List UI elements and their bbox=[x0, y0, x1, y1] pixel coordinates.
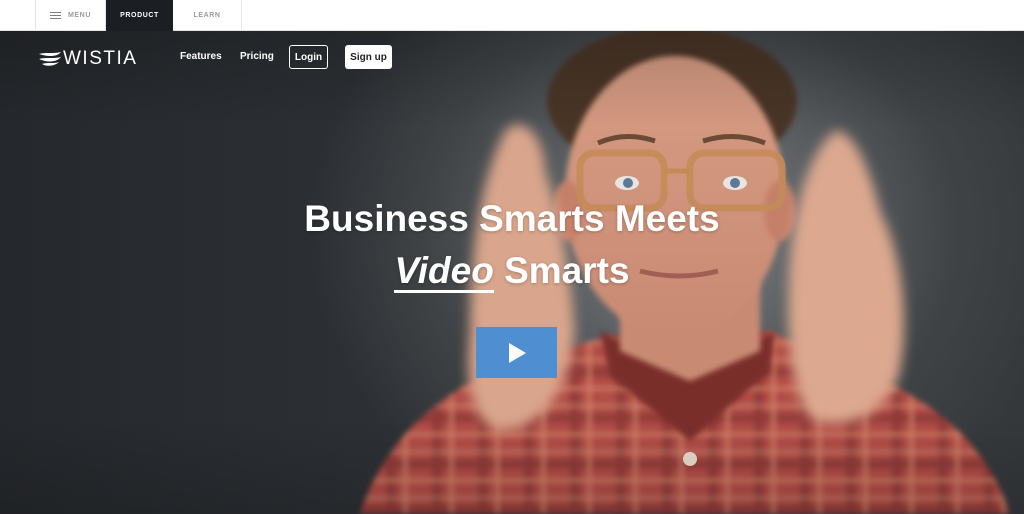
hamburger-icon bbox=[49, 11, 61, 20]
wistia-logo-icon bbox=[39, 52, 61, 66]
hero-headline: Business Smarts Meets Video Smarts bbox=[262, 193, 762, 297]
nav-pricing-link[interactable]: Pricing bbox=[240, 51, 274, 62]
headline-emphasis: Video bbox=[394, 245, 494, 297]
headline-line-1: Business Smarts Meets bbox=[304, 198, 720, 239]
top-tab-bar: MENU PRODUCT LEARN bbox=[0, 0, 1024, 31]
nav-features-link[interactable]: Features bbox=[180, 51, 222, 62]
wistia-logo[interactable]: WISTIA bbox=[38, 48, 137, 70]
logo-text: WISTIA bbox=[63, 48, 138, 69]
headline-emphasis-text: Video bbox=[394, 250, 494, 291]
play-icon bbox=[508, 342, 526, 363]
tab-menu[interactable]: MENU bbox=[35, 0, 106, 31]
hero-section: WISTIA Features Pricing Login Sign up Bu… bbox=[0, 31, 1024, 514]
headline-line-2-rest: Smarts bbox=[504, 250, 630, 291]
tab-learn-label: LEARN bbox=[193, 12, 221, 19]
play-video-button[interactable] bbox=[476, 327, 557, 378]
signup-button[interactable]: Sign up bbox=[345, 45, 392, 69]
tab-product-label: PRODUCT bbox=[120, 12, 159, 19]
headline-underline bbox=[394, 290, 494, 293]
headline-line-2: Video Smarts bbox=[262, 245, 762, 297]
login-button[interactable]: Login bbox=[289, 45, 328, 69]
tab-menu-label: MENU bbox=[67, 12, 91, 19]
tab-product[interactable]: PRODUCT bbox=[106, 0, 173, 31]
tab-learn[interactable]: LEARN bbox=[173, 0, 242, 31]
signup-button-label: Sign up bbox=[350, 51, 387, 63]
login-button-label: Login bbox=[294, 51, 323, 63]
